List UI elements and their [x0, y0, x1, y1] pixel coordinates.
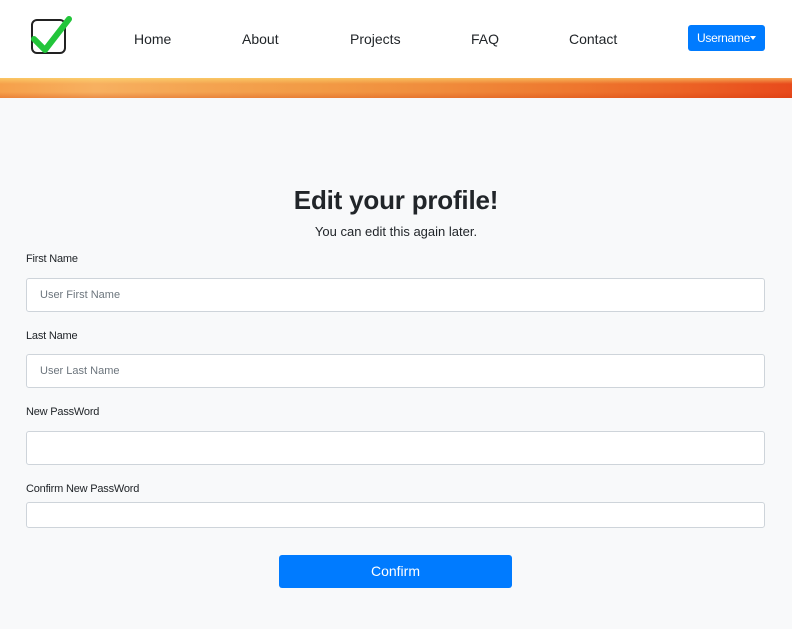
last-name-label: Last Name	[26, 330, 78, 342]
nav-projects-link[interactable]: Projects	[350, 31, 401, 47]
navbar: Home About Projects FAQ Contact Username	[0, 0, 792, 78]
page-title: Edit your profile!	[293, 185, 499, 215]
new-password-label: New PassWord	[26, 406, 100, 418]
nav-faq-link[interactable]: FAQ	[471, 31, 499, 47]
caret-down-icon	[750, 36, 756, 40]
new-password-input[interactable]	[26, 431, 765, 465]
first-name-input[interactable]	[26, 278, 765, 312]
username-label: Username	[697, 31, 750, 45]
nav-about-link[interactable]: About	[242, 31, 279, 47]
last-name-input[interactable]	[26, 354, 765, 388]
first-name-label: First Name	[26, 253, 78, 265]
header-banner	[0, 78, 792, 98]
confirm-button[interactable]: Confirm	[279, 555, 512, 588]
checkmark-logo-icon[interactable]	[31, 16, 72, 54]
nav-contact-link[interactable]: Contact	[569, 31, 617, 47]
username-dropdown-button[interactable]: Username	[688, 25, 765, 51]
confirm-password-input[interactable]	[26, 502, 765, 528]
nav-home-link[interactable]: Home	[134, 31, 171, 47]
page-subtitle: You can edit this again later.	[314, 224, 478, 239]
confirm-password-label: Confirm New PassWord	[26, 483, 140, 495]
